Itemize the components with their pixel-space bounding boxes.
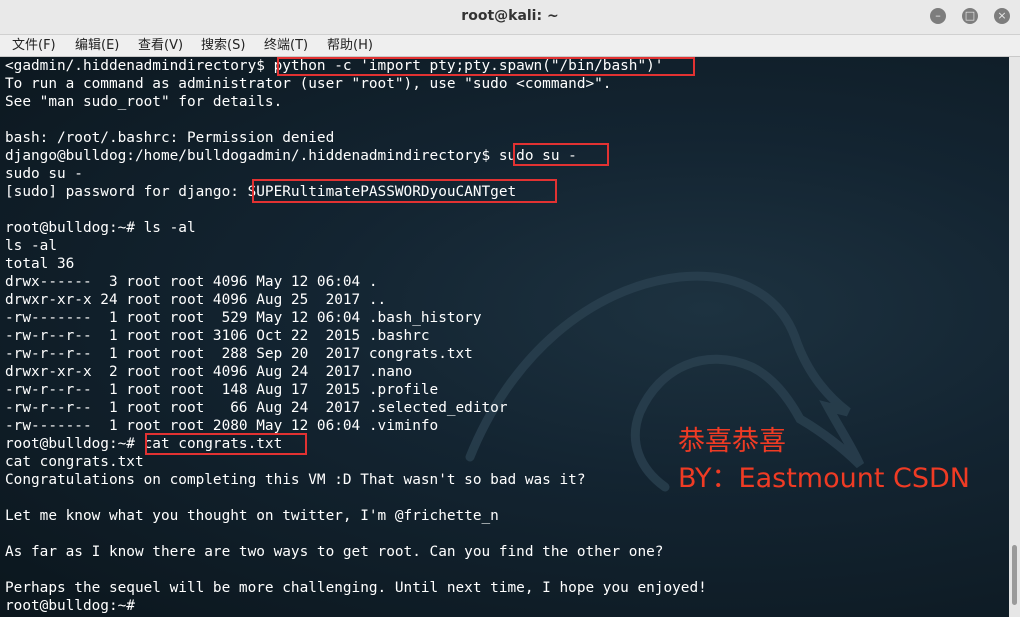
terminal-line: -rw-r--r-- 1 root root 66 Aug 24 2017 .s…	[5, 400, 508, 416]
terminal-line: Perhaps the sequel will be more challeng…	[5, 580, 707, 596]
highlight-box-sudo-su	[513, 143, 609, 166]
terminal-line: -rw------- 1 root root 529 May 12 06:04 …	[5, 310, 482, 326]
terminal-line: -rw-r--r-- 1 root root 288 Sep 20 2017 c…	[5, 346, 473, 362]
highlight-box-python-command	[277, 57, 695, 76]
terminal-line: -rw-r--r-- 1 root root 148 Aug 17 2015 .…	[5, 382, 439, 398]
terminal-line: sudo su -	[5, 166, 83, 182]
overlay-author-text: BY：Eastmount CSDN	[678, 463, 970, 494]
terminal-line: cat congrats.txt	[5, 454, 144, 470]
terminal-line: As far as I know there are two ways to g…	[5, 544, 664, 560]
terminal-line: root@bulldog:~#	[5, 598, 144, 614]
scrollbar[interactable]	[1009, 57, 1020, 617]
menu-edit[interactable]: 编辑(E)	[75, 35, 119, 56]
menu-help[interactable]: 帮助(H)	[327, 35, 373, 56]
terminal-line: root@bulldog:~# ls -al	[5, 220, 196, 236]
terminal-line: -rw-r--r-- 1 root root 3106 Oct 22 2015 …	[5, 328, 430, 344]
terminal-line: Congratulations on completing this VM :D…	[5, 472, 586, 488]
terminal-line: Let me know what you thought on twitter,…	[5, 508, 499, 524]
terminal-line: drwxr-xr-x 2 root root 4096 Aug 24 2017 …	[5, 364, 413, 380]
terminal-line: To run a command as administrator (user …	[5, 76, 612, 92]
menu-file[interactable]: 文件(F)	[12, 35, 56, 56]
terminal-line: bash: /root/.bashrc: Permission denied	[5, 130, 335, 146]
highlight-box-password	[252, 179, 557, 203]
window-title: root@kali: ~	[461, 8, 559, 24]
terminal-line: drwx------ 3 root root 4096 May 12 06:04…	[5, 274, 378, 290]
maximize-icon[interactable]: □	[962, 8, 978, 24]
menu-bar: 文件(F) 编辑(E) 查看(V) 搜索(S) 终端(T) 帮助(H)	[0, 35, 1020, 57]
close-icon[interactable]: ×	[994, 8, 1010, 24]
terminal-line: django@bulldog:/home/bulldogadmin/.hidde…	[5, 148, 577, 164]
title-bar[interactable]: root@kali: ~ – □ ×	[0, 0, 1020, 35]
overlay-congrats-text: 恭喜恭喜	[678, 426, 786, 457]
terminal-window: root@kali: ~ – □ × 文件(F) 编辑(E) 查看(V) 搜索(…	[0, 0, 1020, 617]
highlight-box-cat-command	[145, 433, 307, 455]
terminal-area[interactable]: <gadmin/.hiddenadmindirectory$ python -c…	[0, 57, 1009, 617]
terminal-line: drwxr-xr-x 24 root root 4096 Aug 25 2017…	[5, 292, 387, 308]
minimize-icon[interactable]: –	[930, 8, 946, 24]
terminal-line: See "man sudo_root" for details.	[5, 94, 283, 110]
terminal-line: total 36	[5, 256, 75, 272]
terminal-line: ls -al	[5, 238, 57, 254]
menu-view[interactable]: 查看(V)	[138, 35, 183, 56]
menu-search[interactable]: 搜索(S)	[201, 35, 245, 56]
menu-terminal[interactable]: 终端(T)	[264, 35, 308, 56]
scrollbar-thumb[interactable]	[1012, 545, 1017, 605]
